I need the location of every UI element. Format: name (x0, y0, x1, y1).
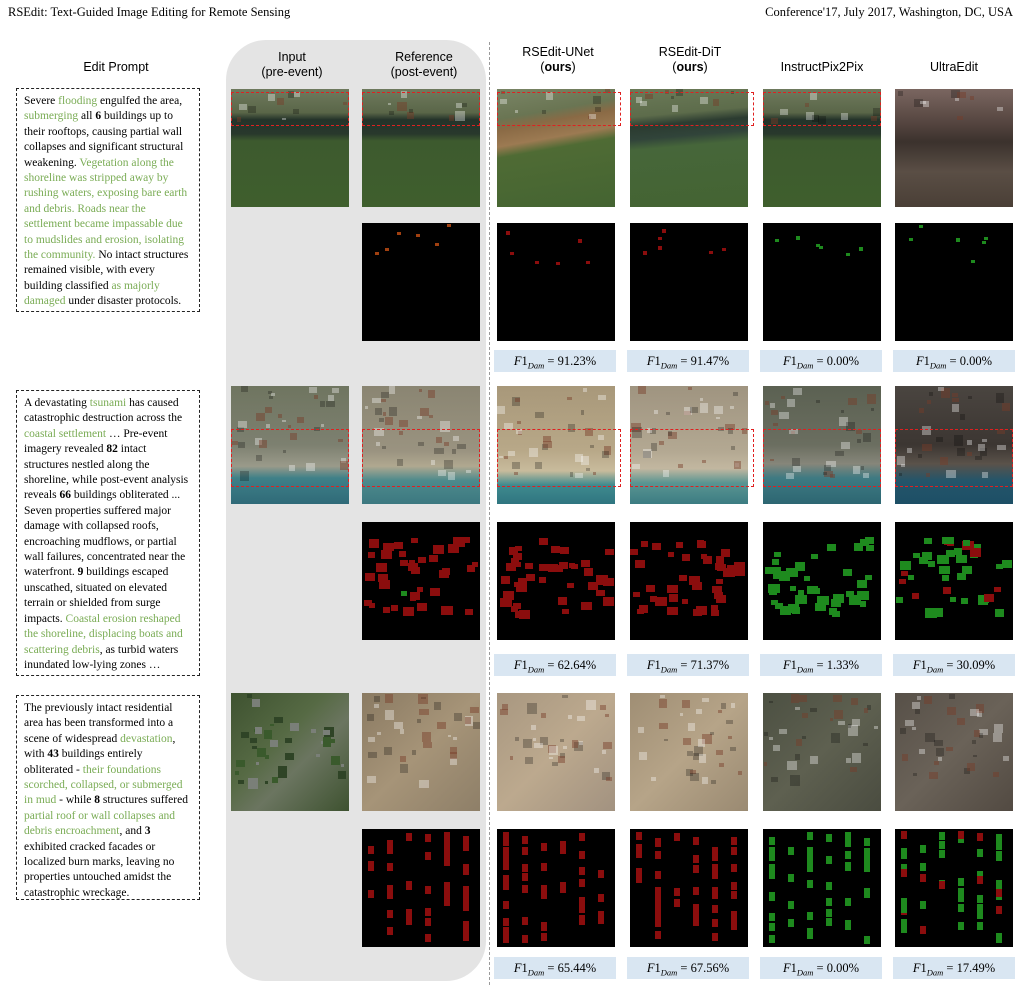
damage-mask-row1-reference (362, 223, 480, 341)
damage-mask-row2-ultra (895, 522, 1013, 640)
f1-row1-ultra: F1Dam = 0.00% (893, 350, 1015, 372)
col-ip2p: InstructPix2Pix (780, 60, 864, 74)
f1-row2-unet: F1Dam = 62.64% (494, 654, 616, 676)
highlight-box (630, 92, 754, 126)
highlight-box (362, 429, 480, 487)
highlight-box (763, 92, 881, 126)
col-input-sub: (pre-event) (261, 65, 323, 79)
col-reference: Reference (post-event) (364, 50, 484, 80)
photo-row3-reference (362, 693, 480, 811)
prompt-segment: Severe (24, 95, 59, 107)
prompt-segment: , and (119, 825, 145, 838)
running-header-venue: Conference'17, July 2017, Washington, DC… (765, 5, 1013, 19)
highlight-box (630, 429, 754, 487)
damage-mask-row3-reference (362, 829, 480, 947)
f1-row2-ultra: F1Dam = 30.09% (893, 654, 1015, 676)
f1-row2-ip2p: F1Dam = 1.33% (760, 654, 882, 676)
prompt-segment: flooding (58, 95, 98, 107)
col-input-label: Input (278, 50, 306, 64)
col-ultra: UltraEdit (930, 60, 978, 74)
highlight-box (895, 429, 1013, 487)
col-dit: RSEdit-DiT (ours) (630, 45, 750, 75)
highlight-box (231, 92, 349, 126)
divider-line (489, 42, 490, 985)
prompt-segment: Vegetation along the shoreline was strip… (24, 156, 188, 262)
highlight-box (763, 429, 881, 487)
f1-row1-unet: F1Dam = 91.23% (494, 350, 616, 372)
damage-mask-row3-unet (497, 829, 615, 947)
f1-row3-ip2p: F1Dam = 0.00% (760, 957, 882, 979)
highlight-box (362, 92, 480, 126)
prompt-segment: exhibited cracked facades or localized b… (24, 840, 175, 899)
photo-row3-ip2p (763, 693, 881, 811)
f1-row3-ultra: F1Dam = 17.49% (893, 957, 1015, 979)
f1-row1-ip2p: F1Dam = 0.00% (760, 350, 882, 372)
prompt-segment: partial roof or wall collapses and debri… (24, 809, 176, 838)
prompt-segment: all (78, 110, 96, 123)
photo-row3-unet (497, 693, 615, 811)
running-header-title: RSEdit: Text-Guided Image Editing for Re… (8, 5, 291, 19)
prompt-segment: submerging (24, 110, 79, 123)
col-unet-label: RSEdit-UNet (522, 45, 594, 59)
photo-row3-ultra (895, 693, 1013, 811)
prompt-segment: 82 (106, 443, 118, 456)
prompt-segment: A devastating (24, 397, 90, 409)
damage-mask-row3-ultra (895, 829, 1013, 947)
damage-mask-row1-ultra (895, 223, 1013, 341)
damage-mask-row2-reference (362, 522, 480, 640)
col-unet-sub: (ours) (540, 60, 576, 74)
prompt-segment: under disaster protocols. (65, 295, 182, 308)
prompt-segment: - while (56, 794, 95, 807)
damage-mask-row1-dit (630, 223, 748, 341)
highlight-box (497, 429, 621, 487)
f1-row2-dit: F1Dam = 71.37% (627, 654, 749, 676)
edit-prompt-1: Severe flooding engulfed the area, subme… (16, 88, 200, 312)
col-reference-label: Reference (395, 50, 453, 64)
prompt-segment: 43 (47, 748, 59, 761)
col-input: Input (pre-event) (232, 50, 352, 80)
edit-prompt-2: A devastating tsunami has caused catastr… (16, 390, 200, 676)
prompt-segment: structures suffered (100, 794, 188, 807)
damage-mask-row3-ip2p (763, 829, 881, 947)
col-unet: RSEdit-UNet (ours) (498, 45, 618, 75)
prompt-segment: engulfed the area, (97, 95, 183, 107)
photo-row3-dit (630, 693, 748, 811)
col-dit-sub: (ours) (672, 60, 708, 74)
damage-mask-row1-ip2p (763, 223, 881, 341)
damage-mask-row2-dit (630, 522, 748, 640)
f1-row3-unet: F1Dam = 65.44% (494, 957, 616, 979)
highlight-box (231, 429, 349, 487)
edit-prompt-3: The previously intact residential area h… (16, 695, 200, 900)
col-reference-sub: (post-event) (390, 65, 458, 79)
prompt-segment: 66 (59, 489, 71, 502)
prompt-segment: coastal settlement (24, 427, 107, 440)
prompt-segment: devastation (120, 732, 173, 745)
prompt-segment: 3 (144, 825, 151, 838)
col-edit-prompt: Edit Prompt (83, 60, 149, 74)
damage-mask-row1-unet (497, 223, 615, 341)
f1-row3-dit: F1Dam = 67.56% (627, 957, 749, 979)
col-dit-label: RSEdit-DiT (658, 45, 722, 59)
prompt-segment: tsunami (89, 397, 127, 409)
damage-mask-row2-ip2p (763, 522, 881, 640)
f1-row1-dit: F1Dam = 91.47% (627, 350, 749, 372)
damage-mask-row3-dit (630, 829, 748, 947)
damage-mask-row2-unet (497, 522, 615, 640)
highlight-box (497, 92, 621, 126)
photo-row1-ultra (895, 89, 1013, 207)
photo-row3-input (231, 693, 349, 811)
